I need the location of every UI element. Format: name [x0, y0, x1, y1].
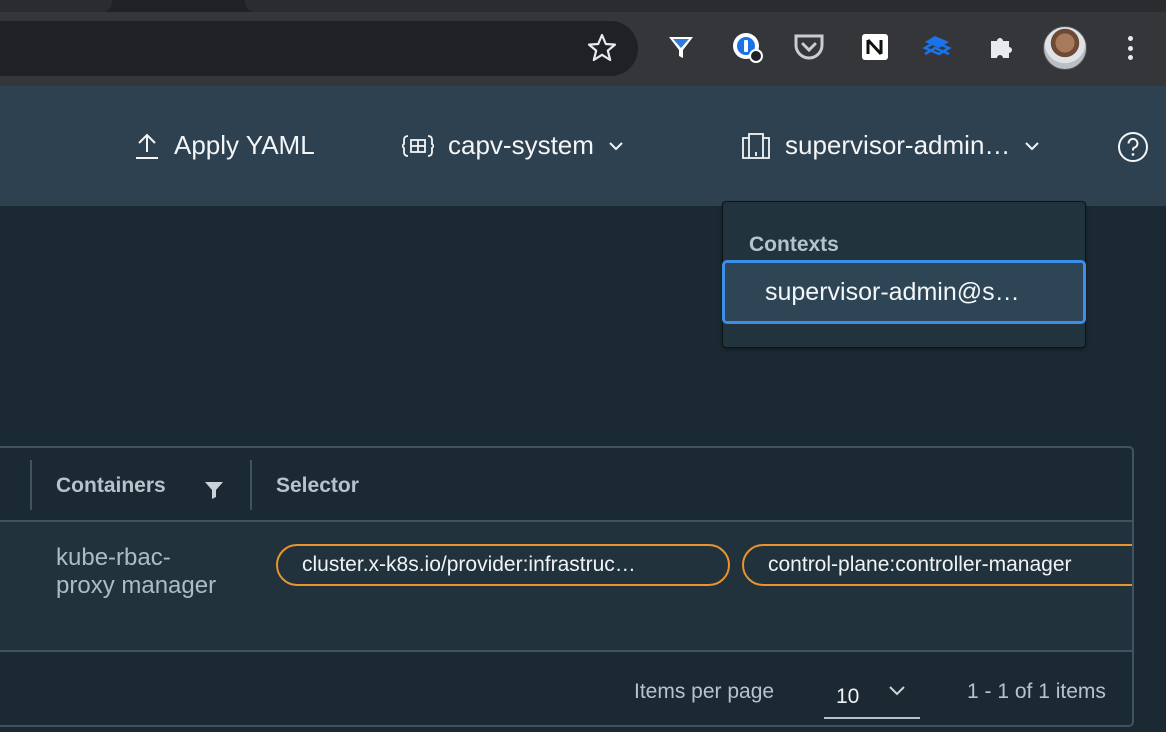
column-resize-handle[interactable]	[250, 460, 252, 510]
grid-footer: Items per page 10 1 - 1 of 1 items	[0, 654, 1132, 725]
help-icon[interactable]	[1117, 131, 1149, 163]
table-row[interactable]: kube-rbac-proxy manager cluster.x-k8s.io…	[0, 522, 1132, 652]
upload-icon	[136, 133, 158, 159]
context-selector[interactable]: supervisor-admin…	[741, 130, 1054, 161]
address-bar[interactable]	[0, 21, 638, 76]
menu-kebab-icon[interactable]	[1120, 32, 1140, 64]
context-label: supervisor-admin…	[785, 130, 1011, 160]
items-per-page-select[interactable]: 10	[824, 669, 920, 719]
items-per-page-label: Items per page	[634, 680, 775, 703]
grid-header-row: Containers Selector	[0, 448, 1132, 522]
app-header: Apply YAML capv-system supervisor-admin…	[0, 86, 1166, 206]
selector-label-chip: control-plane:controller-manager	[742, 544, 1132, 586]
contexts-dropdown: Contexts supervisor-admin@s…	[722, 201, 1086, 348]
browser-tab[interactable]	[0, 0, 112, 12]
column-header-containers[interactable]: Containers	[56, 474, 166, 498]
column-resize-handle[interactable]	[30, 460, 32, 510]
apply-yaml-label: Apply YAML	[174, 130, 315, 160]
ad-blocker-extension-icon[interactable]	[664, 30, 698, 64]
column-header-selector[interactable]: Selector	[276, 474, 359, 498]
chevron-down-icon	[889, 686, 905, 696]
profile-avatar[interactable]	[1043, 26, 1087, 70]
data-grid: Containers Selector kube-rbac-proxy mana…	[0, 446, 1134, 727]
context-option-selected[interactable]: supervisor-admin@s…	[722, 260, 1086, 324]
pagination-count: 1 - 1 of 1 items	[967, 680, 1106, 703]
sync-extension-icon[interactable]	[920, 30, 954, 64]
chevron-down-icon	[1025, 141, 1040, 150]
namespace-icon	[402, 134, 434, 157]
selector-label-chip: cluster.x-k8s.io/provider:infrastruc…	[276, 544, 730, 586]
browser-tab-area[interactable]	[245, 0, 1166, 12]
pocket-extension-icon[interactable]	[792, 30, 826, 64]
filter-icon[interactable]	[204, 481, 224, 499]
contexts-heading: Contexts	[749, 233, 839, 256]
notion-extension-icon[interactable]	[858, 30, 892, 64]
password-manager-extension-icon[interactable]	[730, 30, 764, 64]
namespace-label: capv-system	[448, 130, 594, 160]
namespace-selector[interactable]: capv-system	[402, 130, 638, 161]
chevron-down-icon	[609, 141, 623, 150]
apply-yaml-button[interactable]: Apply YAML	[134, 130, 315, 161]
context-icon	[742, 132, 770, 159]
star-icon[interactable]	[586, 32, 618, 64]
browser-tab-strip	[0, 0, 1166, 12]
cell-containers: kube-rbac-proxy manager	[56, 544, 217, 599]
items-per-page-value: 10	[836, 685, 860, 708]
browser-toolbar	[0, 12, 1166, 86]
extensions-puzzle-icon[interactable]	[984, 30, 1018, 64]
